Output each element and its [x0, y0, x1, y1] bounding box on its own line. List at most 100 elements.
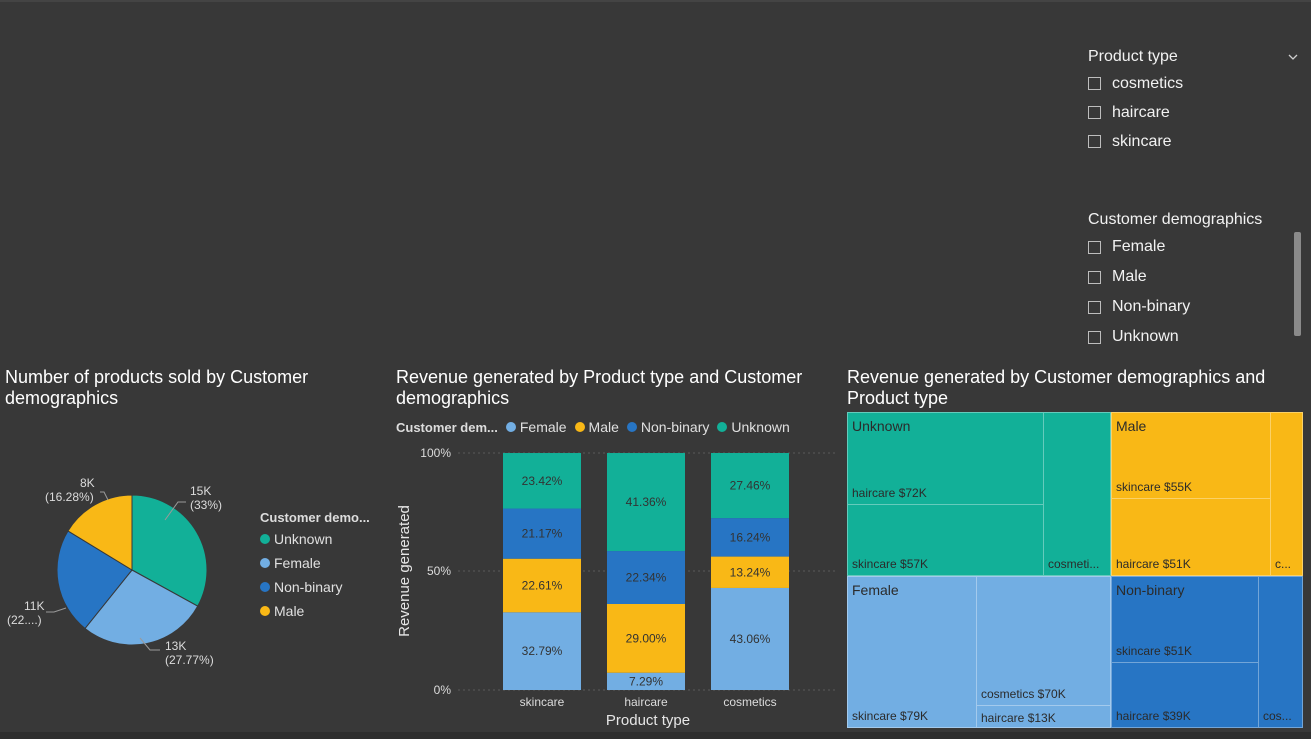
legend-item-label: Unknown — [274, 531, 333, 547]
legend-item-male[interactable]: Male — [260, 603, 370, 619]
x-tick-label: haircare — [624, 695, 668, 709]
treemap-group-non-binary[interactable]: skincare $51K haircare $39K cos... Non-b… — [1111, 576, 1303, 728]
treemap[interactable]: haircare $72K skincare $57K cosmeti... U… — [847, 412, 1303, 728]
y-tick-label: 0% — [434, 683, 452, 697]
legend-item-female[interactable]: Female — [505, 419, 567, 435]
pie-legend: Customer demo... Unknown Female Non-bina… — [260, 510, 370, 619]
treemap-group-label: Non-binary — [1116, 582, 1185, 598]
slicer-item-label: Unknown — [1112, 328, 1179, 345]
treemap-group-label: Unknown — [852, 418, 911, 434]
checkbox[interactable] — [1088, 330, 1101, 344]
checkbox[interactable] — [1088, 77, 1101, 90]
slicer-item-label: haircare — [1112, 103, 1170, 121]
legend-marker — [505, 422, 516, 432]
legend-item-label: Female — [274, 555, 321, 571]
checkbox[interactable] — [1088, 135, 1101, 148]
slicer-item-haircare[interactable]: haircare — [1088, 98, 1298, 127]
treemap-tile-label: cosmeti... — [1048, 557, 1100, 571]
treemap-group-female[interactable]: skincare $79K cosmetics $70K haircare $1… — [847, 576, 1111, 728]
treemap-tile-label: cos... — [1263, 709, 1292, 723]
bar-data-label: 27.46% — [730, 479, 771, 493]
legend-item-label: Non-binary — [274, 579, 343, 595]
y-tick-label: 50% — [427, 564, 451, 578]
treemap-group-label: Female — [852, 582, 899, 598]
treemap-tile-label: cosmetics $70K — [981, 687, 1066, 701]
treemap-tile[interactable]: cos... — [1258, 576, 1303, 728]
treemap-tile[interactable]: cosmeti... — [1043, 412, 1111, 576]
treemap-tile[interactable]: c... — [1270, 412, 1303, 576]
checkbox[interactable] — [1088, 300, 1101, 314]
slicer-item-female[interactable]: Female — [1088, 232, 1288, 262]
legend-marker — [260, 558, 270, 568]
slicer-scrollbar[interactable] — [1294, 232, 1301, 336]
treemap-tile[interactable]: haircare $39K — [1111, 662, 1259, 728]
slicer-item-skincare[interactable]: skincare — [1088, 127, 1298, 156]
treemap-group-unknown[interactable]: haircare $72K skincare $57K cosmeti... U… — [847, 412, 1111, 576]
bar-data-label: 7.29% — [629, 674, 663, 688]
treemap-tile[interactable]: cosmetics $70K — [976, 576, 1111, 706]
treemap-tile-label: haircare $39K — [1116, 709, 1191, 723]
customer-demographics-slicer-title: Customer demographics — [1088, 211, 1263, 228]
y-axis-title: Revenue generated — [396, 505, 413, 637]
slicer-item-unknown[interactable]: Unknown — [1088, 322, 1288, 352]
legend-marker — [626, 422, 637, 432]
bottom-scroll-strip — [0, 732, 1311, 739]
legend-item-female[interactable]: Female — [260, 555, 370, 571]
pie-label-unknown-percent: (33%) — [190, 498, 222, 512]
legend-item-non-binary[interactable]: Non-binary — [260, 579, 370, 595]
chevron-down-icon[interactable] — [1288, 52, 1298, 62]
legend-marker — [574, 422, 585, 432]
pie-chart[interactable]: 15K (33%) 13K (27.77%) 11K (22....) 8K (… — [0, 460, 260, 680]
treemap-tile[interactable]: haircare $13K — [976, 705, 1111, 728]
bar-data-label: 16.24% — [730, 530, 771, 544]
slicer-item-male[interactable]: Male — [1088, 262, 1288, 292]
legend-marker — [717, 422, 728, 432]
treemap-tile[interactable]: skincare $57K — [847, 504, 1044, 576]
x-tick-label: skincare — [520, 695, 565, 709]
treemap-tile-label: skincare $79K — [852, 709, 929, 723]
legend-item-unknown[interactable]: Unknown — [260, 531, 370, 547]
treemap-tile[interactable]: skincare $79K — [847, 576, 977, 728]
leader-line — [46, 607, 67, 613]
legend-item-unknown[interactable]: Unknown — [717, 419, 790, 435]
bar-data-label: 23.42% — [522, 474, 563, 488]
y-tick-label: 100% — [420, 446, 451, 460]
slicer-item-label: cosmetics — [1112, 74, 1184, 92]
pie-label-nonbinary-value: 11K — [24, 599, 44, 613]
product-type-slicer-title: Product type — [1088, 48, 1178, 65]
bar-data-label: 43.06% — [730, 632, 771, 646]
pie-chart-title: Number of products sold by Customer demo… — [5, 367, 309, 408]
pie-label-female-percent: (27.77%) — [165, 653, 214, 667]
treemap-tile-label: haircare $72K — [852, 486, 927, 500]
treemap-tile[interactable]: haircare $51K — [1111, 498, 1271, 576]
stacked-legend-title: Customer dem... — [396, 419, 498, 435]
treemap-group-male[interactable]: skincare $55K haircare $51K c... Male — [1111, 412, 1303, 576]
product-type-slicer: Product type cosmetics haircare skincare — [1088, 46, 1298, 156]
treemap-tile-label: skincare $51K — [1116, 644, 1193, 658]
pie-label-nonbinary-percent: (22....) — [7, 613, 42, 627]
legend-item-male[interactable]: Male — [574, 419, 619, 435]
pie-label-male-value: 8K — [80, 476, 95, 490]
slicer-item-cosmetics[interactable]: cosmetics — [1088, 69, 1298, 98]
stacked-chart-title: Revenue generated by Product type and Cu… — [396, 367, 803, 408]
checkbox[interactable] — [1088, 270, 1101, 284]
checkbox[interactable] — [1088, 240, 1101, 254]
treemap-group-label: Male — [1116, 418, 1147, 434]
checkbox[interactable] — [1088, 106, 1101, 119]
slicer-item-non-binary[interactable]: Non-binary — [1088, 292, 1288, 322]
pie-label-female-value: 13K — [165, 639, 186, 653]
legend-marker — [260, 606, 270, 616]
treemap-tile-label: skincare $55K — [1116, 480, 1193, 494]
bar-data-label: 13.24% — [730, 565, 771, 579]
treemap-tile-label: haircare $13K — [981, 711, 1056, 725]
treemap-tile-label: skincare $57K — [852, 557, 929, 571]
legend-item-non-binary[interactable]: Non-binary — [626, 419, 710, 435]
bar-data-label: 32.79% — [522, 644, 563, 658]
bar-data-label: 29.00% — [626, 631, 667, 645]
legend-item-label: Non-binary — [640, 419, 710, 435]
stacked-column-chart[interactable]: 100% 50% 0% Revenue generated Product ty… — [390, 440, 840, 735]
legend-item-label: Female — [519, 419, 567, 435]
x-axis-title: Product type — [606, 712, 690, 729]
customer-demographics-slicer: Customer demographics Female Male Non-bi… — [1088, 209, 1288, 352]
treemap-tile-label: haircare $51K — [1116, 557, 1191, 571]
